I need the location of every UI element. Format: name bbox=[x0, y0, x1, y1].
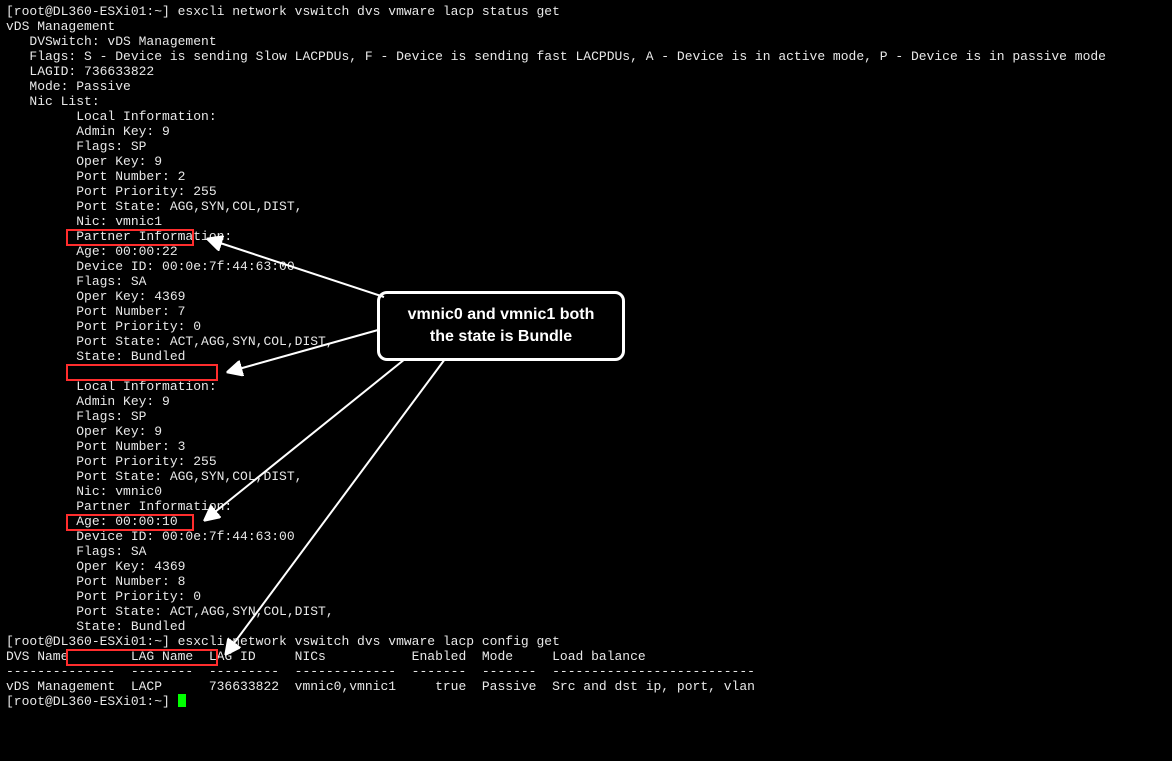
nic1-portnum: Port Number: 2 bbox=[6, 169, 185, 184]
cmd-line-3: [root@DL360-ESXi01:~] bbox=[6, 694, 178, 709]
nic0-nic: Nic: vmnic0 bbox=[6, 484, 162, 499]
nic1-devid: Device ID: 00:0e:7f:44:63:00 bbox=[6, 259, 295, 274]
out-mode: Mode: Passive bbox=[6, 79, 131, 94]
table-header: DVS Name LAG Name LAG ID NICs Enabled Mo… bbox=[6, 649, 646, 664]
cursor-block[interactable] bbox=[178, 694, 186, 707]
nic1-state: State: Bundled bbox=[6, 349, 185, 364]
out-lagid: LAGID: 736633822 bbox=[6, 64, 154, 79]
nic1-nic: Nic: vmnic1 bbox=[6, 214, 162, 229]
out-niclist: Nic List: bbox=[6, 94, 100, 109]
nic1-poperkey: Oper Key: 4369 bbox=[6, 289, 185, 304]
nic1-adminkey: Admin Key: 9 bbox=[6, 124, 170, 139]
nic1-pflags: Flags: SA bbox=[6, 274, 146, 289]
out-dvswitch: DVSwitch: vDS Management bbox=[6, 34, 217, 49]
nic0-pflags: Flags: SA bbox=[6, 544, 146, 559]
nic0-pportprio: Port Priority: 0 bbox=[6, 589, 201, 604]
nic0-age: Age: 00:00:10 bbox=[6, 514, 178, 529]
nic0-operkey: Oper Key: 9 bbox=[6, 424, 162, 439]
out-flags: Flags: S - Device is sending Slow LACPDU… bbox=[6, 49, 1106, 64]
nic1-pportnum: Port Number: 7 bbox=[6, 304, 185, 319]
out-section: vDS Management bbox=[6, 19, 115, 34]
nic0-portstate: Port State: AGG,SYN,COL,DIST, bbox=[6, 469, 302, 484]
cmd-line-1: [root@DL360-ESXi01:~] esxcli network vsw… bbox=[6, 4, 560, 19]
nic1-pportprio: Port Priority: 0 bbox=[6, 319, 201, 334]
nic1-portprio: Port Priority: 255 bbox=[6, 184, 217, 199]
nic0-pportnum: Port Number: 8 bbox=[6, 574, 185, 589]
nic1-portstate: Port State: AGG,SYN,COL,DIST, bbox=[6, 199, 302, 214]
nic1-pportstate: Port State: ACT,AGG,SYN,COL,DIST, bbox=[6, 334, 334, 349]
terminal-output[interactable]: [root@DL360-ESXi01:~] esxcli network vsw… bbox=[0, 0, 1172, 713]
nic0-portnum: Port Number: 3 bbox=[6, 439, 185, 454]
nic1-partner: Partner Information: bbox=[6, 229, 232, 244]
nic0-adminkey: Admin Key: 9 bbox=[6, 394, 170, 409]
nic0-devid: Device ID: 00:0e:7f:44:63:00 bbox=[6, 529, 295, 544]
nic0-portprio: Port Priority: 255 bbox=[6, 454, 217, 469]
nic0-local: Local Information: bbox=[6, 379, 217, 394]
nic1-operkey: Oper Key: 9 bbox=[6, 154, 162, 169]
nic0-pportstate: Port State: ACT,AGG,SYN,COL,DIST, bbox=[6, 604, 334, 619]
nic0-state: State: Bundled bbox=[6, 619, 185, 634]
table-row: vDS Management LACP 736633822 vmnic0,vmn… bbox=[6, 679, 755, 694]
table-rule: -------------- -------- --------- ------… bbox=[6, 664, 755, 679]
nic1-flags: Flags: SP bbox=[6, 139, 146, 154]
nic1-age: Age: 00:00:22 bbox=[6, 244, 178, 259]
nic1-local: Local Information: bbox=[6, 109, 217, 124]
nic0-partner: Partner Information: bbox=[6, 499, 232, 514]
cmd-line-2: [root@DL360-ESXi01:~] esxcli network vsw… bbox=[6, 634, 560, 649]
nic0-flags: Flags: SP bbox=[6, 409, 146, 424]
nic0-poperkey: Oper Key: 4369 bbox=[6, 559, 185, 574]
